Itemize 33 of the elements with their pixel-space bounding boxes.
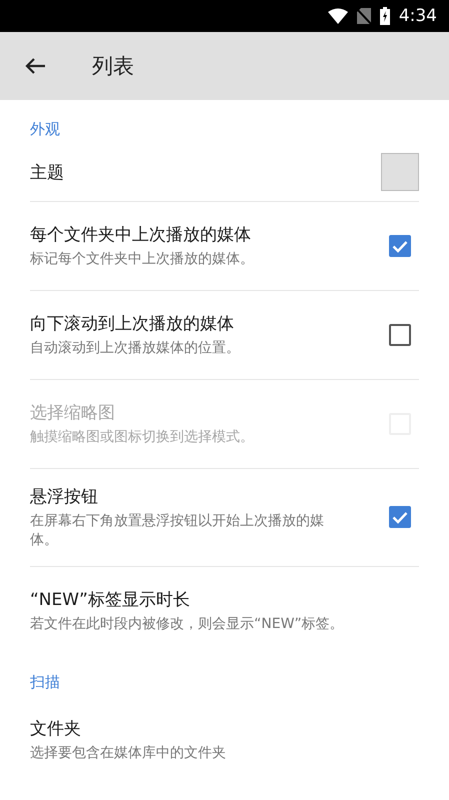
checkbox[interactable] [389, 324, 411, 346]
setting-title: 文件夹 [30, 718, 82, 740]
setting-title: 每个文件夹中上次播放的媒体 [30, 224, 252, 246]
page-title: 列表 [92, 53, 134, 80]
setting-row[interactable]: 文件夹 选择要包含在媒体库中的文件夹 [30, 696, 419, 782]
section-header: 扫描 [29, 672, 61, 693]
setting-row[interactable]: 每个文件夹中上次播放的媒体 标记每个文件夹中上次播放的媒体。 [30, 202, 419, 291]
battery-charging-icon [380, 7, 390, 25]
setting-row[interactable]: 悬浮按钮 在屏幕右下角放置悬浮按钮以开始上次播放的媒体。 [30, 469, 419, 567]
setting-description: 自动滚动到上次播放媒体的位置。 [30, 339, 240, 358]
setting-row[interactable]: 向下滚动到上次播放的媒体 自动滚动到上次播放媒体的位置。 [30, 291, 419, 380]
setting-description: 选择要包含在媒体库中的文件夹 [30, 744, 226, 763]
wifi-icon [328, 8, 348, 24]
no-sim-icon [356, 8, 371, 24]
clock-time: 4:34 [398, 6, 437, 26]
setting-row[interactable]: “NEW”标签显示时长 若文件在此时段内被修改，则会显示“NEW”标签。 [30, 566, 419, 653]
color-swatch[interactable] [381, 153, 419, 191]
check-icon [392, 240, 408, 252]
section-header: 外观 [29, 119, 61, 140]
check-icon [392, 510, 408, 524]
setting-description: 标记每个文件夹中上次播放的媒体。 [30, 250, 254, 269]
setting-title: 向下滚动到上次播放的媒体 [30, 313, 235, 336]
setting-description: 触摸缩略图或图标切换到选择模式。 [30, 428, 254, 447]
checkbox[interactable] [389, 506, 411, 528]
setting-title: 悬浮按钮 [30, 486, 99, 508]
checkbox[interactable] [389, 235, 411, 257]
back-arrow-icon [24, 57, 46, 75]
setting-title: “NEW”标签显示时长 [30, 588, 191, 611]
setting-description: 若文件在此时段内被修改，则会显示“NEW”标签。 [30, 614, 344, 634]
setting-description: 在屏幕右下角放置悬浮按钮以开始上次播放的媒体。 [30, 512, 325, 550]
setting-row[interactable]: 主题 [30, 143, 419, 202]
setting-title: 主题 [30, 162, 64, 184]
setting-title: 选择缩略图 [30, 402, 116, 424]
